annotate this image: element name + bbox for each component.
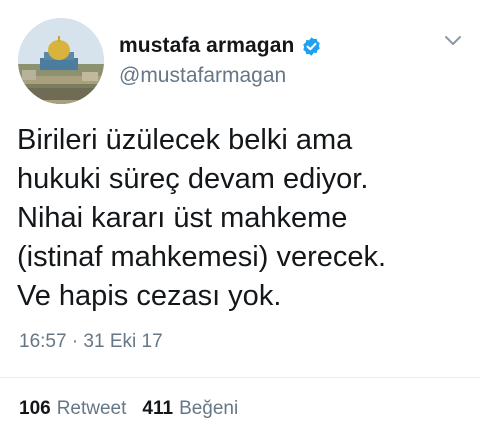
tweet-stats: 106 Retweet 411 Beğeni [19, 398, 238, 420]
avatar[interactable] [18, 18, 104, 104]
like-stat[interactable]: 411 Beğeni [142, 398, 238, 420]
display-name[interactable]: mustafa armagan [119, 34, 294, 58]
retweet-label: Retweet [56, 398, 127, 419]
divider [0, 377, 480, 378]
like-count: 411 [142, 398, 174, 419]
verified-icon [301, 36, 322, 57]
name-row: mustafa armagan [119, 31, 322, 61]
user-handle[interactable]: @mustafarmagan [119, 64, 286, 88]
chevron-down-icon[interactable] [443, 33, 463, 49]
tweet-text: Birileri üzülecek belki ama hukuki süreç… [17, 124, 387, 312]
retweet-stat[interactable]: 106 Retweet [19, 398, 126, 420]
avatar-image [18, 18, 104, 104]
like-label: Beğeni [179, 398, 239, 419]
retweet-count: 106 [19, 398, 51, 419]
tweet-card: mustafa armagan @mustafarmagan Birileri … [0, 0, 480, 428]
tweet-timestamp[interactable]: 16:57 · 31 Eki 17 [19, 331, 163, 353]
